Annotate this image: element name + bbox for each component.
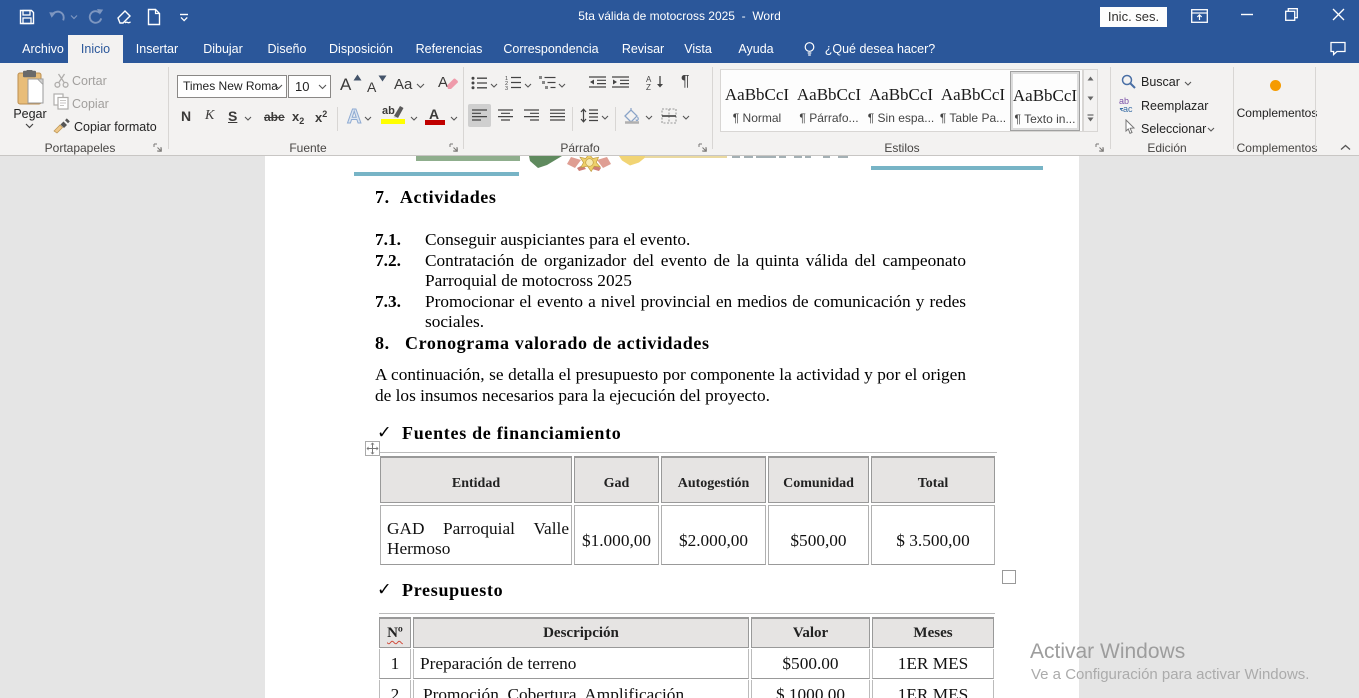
svg-text:A: A — [347, 106, 361, 127]
svg-text:Z: Z — [646, 83, 651, 90]
svg-text:ac: ac — [1123, 104, 1133, 113]
svg-text:3: 3 — [505, 86, 508, 90]
